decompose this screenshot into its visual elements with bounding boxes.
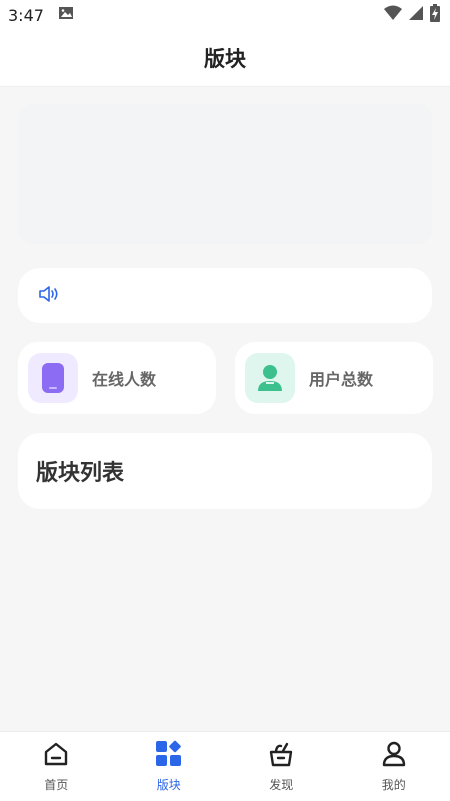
signal-icon	[408, 5, 424, 25]
user-icon	[245, 353, 295, 403]
tab-home-label: 首页	[44, 776, 68, 793]
tab-boards[interactable]: 版块	[113, 732, 226, 801]
board-list-title: 版块列表	[36, 455, 124, 487]
notice-bar[interactable]	[18, 268, 432, 323]
page-title: 版块	[204, 43, 246, 73]
tab-boards-label: 版块	[157, 776, 181, 793]
tab-profile[interactable]: 我的	[338, 732, 450, 801]
tab-discover-label: 发现	[269, 776, 293, 793]
profile-icon	[380, 740, 408, 772]
home-icon	[42, 740, 70, 772]
speaker-icon	[38, 284, 60, 308]
wifi-icon	[384, 5, 402, 25]
bottom-tab-bar: 首页 版块 发现	[0, 731, 450, 801]
app-header: 版块	[0, 30, 450, 87]
tab-profile-label: 我的	[382, 776, 406, 793]
total-users-card[interactable]: 用户总数	[235, 342, 433, 414]
phone-icon	[28, 353, 78, 403]
status-time: 3:47	[8, 6, 44, 25]
image-notification-icon	[58, 5, 74, 25]
grid-icon	[155, 740, 183, 772]
banner[interactable]	[18, 104, 432, 244]
online-count-label: 在线人数	[92, 366, 156, 390]
tab-home[interactable]: 首页	[0, 732, 113, 801]
total-users-label: 用户总数	[309, 366, 373, 390]
discover-icon	[267, 740, 295, 772]
battery-icon	[430, 4, 440, 26]
board-list-section: 版块列表	[18, 433, 432, 509]
status-bar: 3:47	[0, 0, 450, 30]
tab-discover[interactable]: 发现	[225, 732, 338, 801]
online-count-card[interactable]: 在线人数	[18, 342, 216, 414]
